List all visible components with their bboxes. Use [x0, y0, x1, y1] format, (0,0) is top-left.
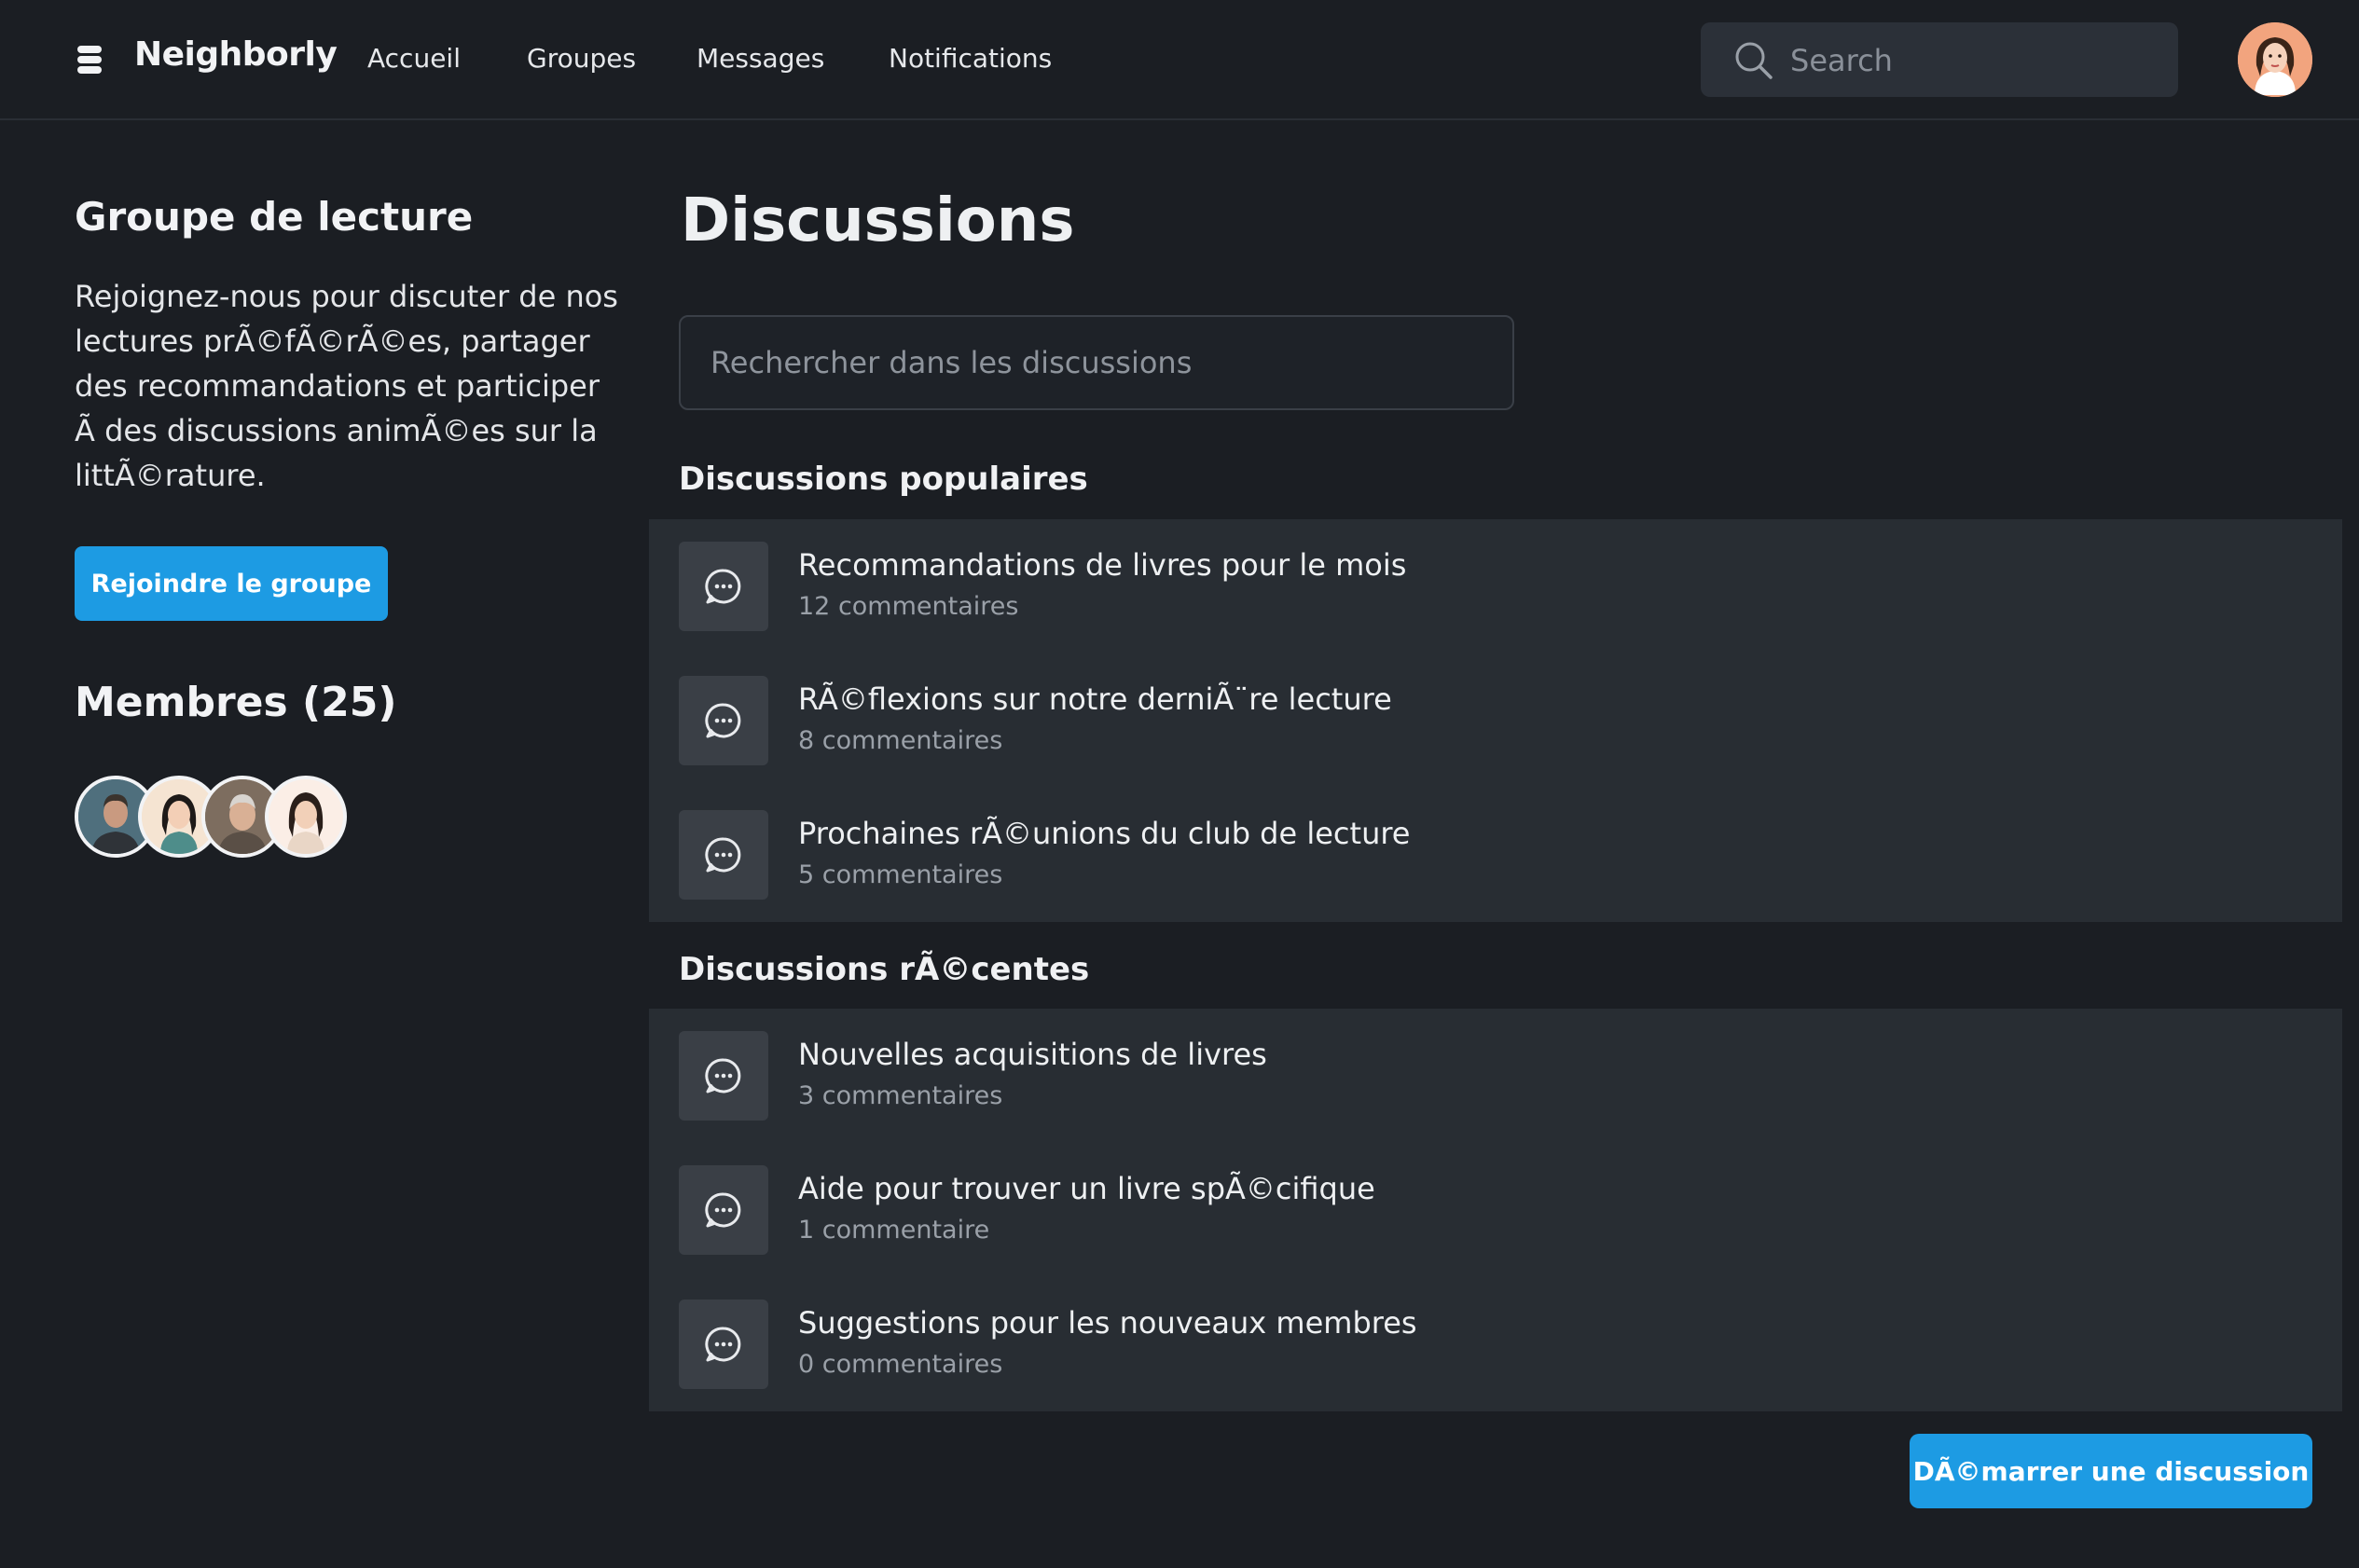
discussion-item[interactable]: Prochaines rÃ©unions du club de lecture … — [649, 788, 2342, 922]
chat-bubble-icon — [679, 676, 768, 765]
header-search-input[interactable] — [1790, 43, 2145, 78]
user-avatar[interactable] — [2238, 22, 2312, 97]
brand-name[interactable]: Neighborly — [134, 35, 338, 74]
discussion-item[interactable]: RÃ©flexions sur notre derniÃ¨re lecture … — [649, 653, 2342, 788]
comment-count: 12 commentaires — [798, 592, 1019, 621]
top-navbar: Neighborly Accueil Groupes Messages Noti… — [0, 0, 2359, 120]
comment-count: 3 commentaires — [798, 1081, 1003, 1110]
chat-bubble-icon — [679, 1031, 768, 1121]
nav-link-messages[interactable]: Messages — [697, 43, 824, 74]
popular-discussions-list: Recommandations de livres pour le mois 1… — [649, 519, 2342, 922]
search-icon — [1735, 42, 1773, 79]
chat-bubble-icon — [679, 542, 768, 631]
nav-link-notifications[interactable]: Notifications — [889, 43, 1052, 74]
recent-section-title: Discussions rÃ©centes — [679, 951, 1090, 988]
member-avatar[interactable] — [265, 776, 347, 858]
recent-discussions-list: Nouvelles acquisitions de livres 3 comme… — [649, 1009, 2342, 1411]
discussion-search-input[interactable] — [679, 315, 1514, 410]
comment-count: 1 commentaire — [798, 1216, 990, 1245]
discussion-title[interactable]: Nouvelles acquisitions de livres — [798, 1037, 1267, 1072]
chat-bubble-icon — [679, 810, 768, 900]
discussion-title[interactable]: Suggestions pour les nouveaux membres — [798, 1305, 1417, 1341]
stack-logo-icon[interactable] — [75, 44, 104, 76]
chat-bubble-icon — [679, 1165, 768, 1255]
comment-count: 0 commentaires — [798, 1350, 1003, 1379]
discussion-title[interactable]: Recommandations de livres pour le mois — [798, 547, 1406, 583]
comment-count: 5 commentaires — [798, 860, 1003, 889]
start-discussion-button[interactable]: DÃ©marrer une discussion — [1910, 1434, 2312, 1508]
discussion-title[interactable]: Prochaines rÃ©unions du club de lecture — [798, 816, 1410, 851]
members-title: Membres (25) — [75, 679, 397, 726]
discussion-title[interactable]: Aide pour trouver un livre spÃ©cifique — [798, 1171, 1375, 1206]
chat-bubble-icon — [679, 1300, 768, 1389]
discussion-title[interactable]: RÃ©flexions sur notre derniÃ¨re lecture — [798, 681, 1392, 717]
discussion-item[interactable]: Suggestions pour les nouveaux membres 0 … — [649, 1277, 2342, 1411]
comment-count: 8 commentaires — [798, 726, 1003, 755]
join-group-button[interactable]: Rejoindre le groupe — [75, 546, 388, 621]
group-description: Rejoignez-nous pour discuter de nos lect… — [75, 279, 618, 493]
page-title: Discussions — [681, 186, 1075, 255]
discussion-item[interactable]: Nouvelles acquisitions de livres 3 comme… — [649, 1009, 2342, 1143]
header-search[interactable] — [1701, 22, 2178, 97]
discussion-item[interactable]: Recommandations de livres pour le mois 1… — [649, 519, 2342, 653]
popular-section-title: Discussions populaires — [679, 461, 1088, 498]
nav-link-groupes[interactable]: Groupes — [527, 43, 636, 74]
nav-link-accueil[interactable]: Accueil — [367, 43, 461, 74]
group-title: Groupe de lecture — [75, 194, 474, 240]
discussion-item[interactable]: Aide pour trouver un livre spÃ©cifique 1… — [649, 1143, 2342, 1277]
